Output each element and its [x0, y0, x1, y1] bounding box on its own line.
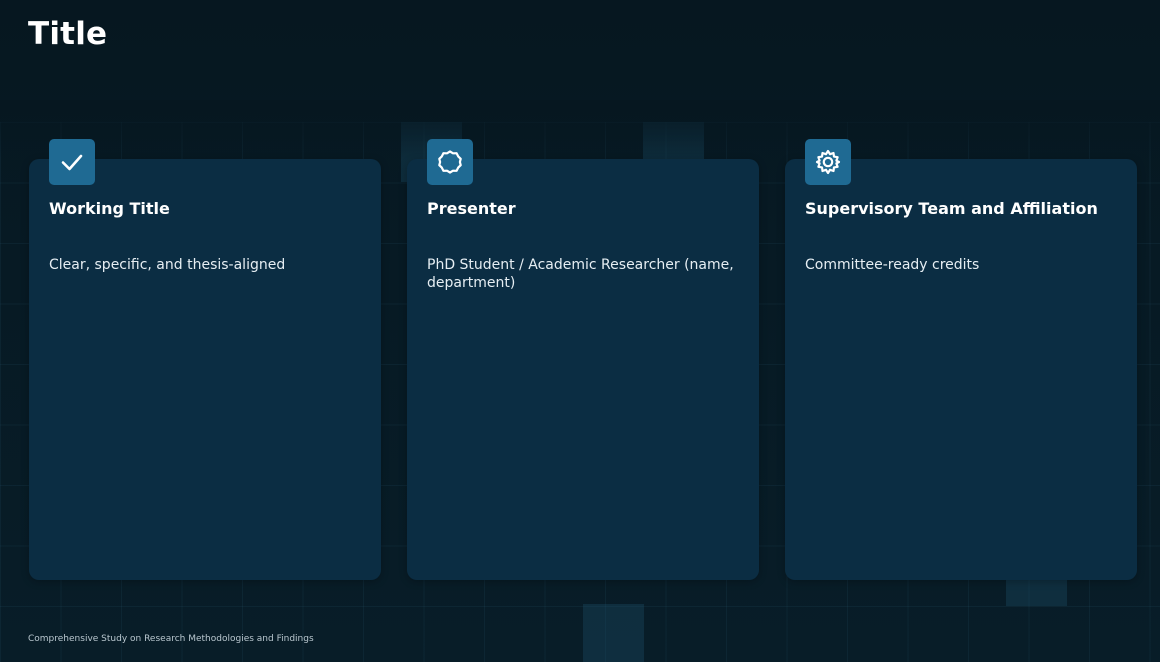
card-supervisory-team: Supervisory Team and Affiliation Committ…	[785, 139, 1137, 580]
gear-icon	[805, 139, 851, 185]
page-title: Title	[28, 16, 108, 52]
card-description: Clear, specific, and thesis-aligned	[49, 257, 286, 273]
card-title: Supervisory Team and Affiliation	[805, 199, 1098, 218]
card-title: Working Title	[49, 199, 170, 218]
checkmark-icon	[49, 139, 95, 185]
badge-outline-icon	[427, 139, 473, 185]
background-fade	[0, 100, 1160, 160]
card-description: Committee-ready credits	[805, 257, 980, 273]
card-presenter: Presenter PhD Student / Academic Researc…	[407, 139, 759, 580]
card-title: Presenter	[427, 199, 516, 218]
card-description: PhD Student / Academic Researcher (name,…	[427, 257, 734, 291]
footer-text: Comprehensive Study on Research Methodol…	[28, 634, 314, 644]
card-working-title: Working Title Clear, specific, and thesi…	[29, 139, 381, 580]
slide: Title Working Title Clear, specific, and…	[0, 0, 1160, 662]
background-grid-tile	[583, 604, 644, 662]
background-grid-tile	[1006, 580, 1067, 606]
